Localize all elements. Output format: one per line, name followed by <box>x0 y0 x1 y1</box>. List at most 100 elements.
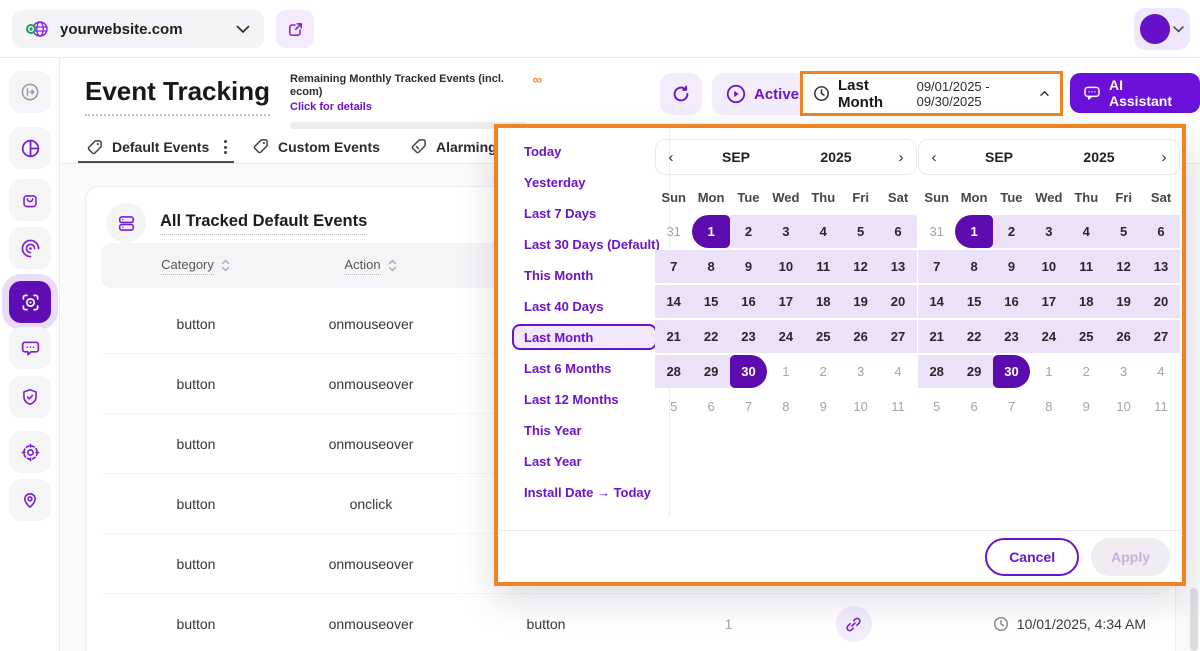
day-cell[interactable]: 7 <box>730 390 767 423</box>
day-cell[interactable]: 19 <box>842 285 879 318</box>
day-cell[interactable]: 11 <box>879 390 916 423</box>
prev-month-icon[interactable]: ‹ <box>656 149 686 166</box>
day-cell[interactable]: 28 <box>655 355 692 388</box>
day-cell[interactable]: 1 <box>767 355 804 388</box>
day-cell[interactable]: 26 <box>842 320 879 353</box>
day-cell[interactable]: 21 <box>918 320 955 353</box>
cancel-button[interactable]: Cancel <box>985 538 1079 576</box>
day-cell[interactable]: 9 <box>805 390 842 423</box>
calendar-year[interactable]: 2025 <box>786 149 886 165</box>
day-cell[interactable]: 7 <box>655 250 692 283</box>
day-cell[interactable]: 23 <box>730 320 767 353</box>
ai-assistant-button[interactable]: AI Assistant <box>1070 73 1200 113</box>
day-cell[interactable]: 14 <box>918 285 955 318</box>
day-cell[interactable]: 7 <box>993 390 1030 423</box>
day-cell[interactable]: 11 <box>805 250 842 283</box>
day-cell[interactable]: 4 <box>1142 355 1179 388</box>
sidebar-item-collapse[interactable] <box>9 71 51 113</box>
preset-today[interactable]: Today <box>512 138 657 164</box>
day-cell[interactable]: 2 <box>1068 355 1105 388</box>
sidebar-item-performance[interactable] <box>9 227 51 269</box>
scrollbar-thumb[interactable] <box>1190 588 1198 651</box>
day-cell[interactable]: 15 <box>692 285 729 318</box>
preset-install-date-today[interactable]: Install Date → Today <box>512 479 657 505</box>
day-cell[interactable]: 10 <box>1105 390 1142 423</box>
date-range-button[interactable]: Last Month 09/01/2025 - 09/30/2025 <box>800 71 1063 116</box>
day-cell[interactable]: 30 <box>993 355 1030 388</box>
open-site-button[interactable] <box>276 10 314 48</box>
sidebar-item-orders[interactable] <box>9 179 51 221</box>
day-cell[interactable]: 29 <box>692 355 729 388</box>
day-cell[interactable]: 20 <box>879 285 916 318</box>
sidebar-item-security[interactable] <box>9 376 51 418</box>
day-cell[interactable]: 4 <box>1068 215 1105 248</box>
day-cell[interactable]: 2 <box>805 355 842 388</box>
tab-custom-events[interactable]: Custom Events <box>252 138 380 155</box>
day-cell[interactable]: 8 <box>1030 390 1067 423</box>
sidebar-item-event-tracking[interactable] <box>9 281 51 323</box>
day-cell[interactable]: 5 <box>1105 215 1142 248</box>
day-cell[interactable]: 10 <box>1030 250 1067 283</box>
column-header-action[interactable]: Action <box>291 257 451 275</box>
day-cell[interactable]: 1 <box>955 215 992 248</box>
day-cell[interactable]: 27 <box>879 320 916 353</box>
day-cell[interactable]: 13 <box>879 250 916 283</box>
apply-button[interactable]: Apply <box>1091 538 1170 576</box>
day-cell[interactable]: 3 <box>1030 215 1067 248</box>
day-cell[interactable]: 12 <box>1105 250 1142 283</box>
day-cell[interactable]: 4 <box>805 215 842 248</box>
day-cell[interactable]: 11 <box>1068 250 1105 283</box>
preset-last-12-months[interactable]: Last 12 Months <box>512 386 657 412</box>
next-month-icon[interactable]: › <box>1149 149 1179 166</box>
day-cell[interactable]: 31 <box>918 215 955 248</box>
next-month-icon[interactable]: › <box>886 149 916 166</box>
link-button[interactable] <box>836 606 872 642</box>
day-cell[interactable]: 10 <box>842 390 879 423</box>
calendar-month[interactable]: SEP <box>686 149 786 165</box>
day-cell[interactable]: 22 <box>955 320 992 353</box>
day-cell[interactable]: 28 <box>918 355 955 388</box>
tab-default-events[interactable]: Default Events <box>86 138 233 156</box>
day-cell[interactable]: 22 <box>692 320 729 353</box>
sidebar-item-location[interactable] <box>9 479 51 521</box>
day-cell[interactable]: 8 <box>692 250 729 283</box>
day-cell[interactable]: 8 <box>767 390 804 423</box>
refresh-button[interactable] <box>660 73 702 115</box>
day-cell[interactable]: 9 <box>1068 390 1105 423</box>
preset-last-6-months[interactable]: Last 6 Months <box>512 355 657 381</box>
day-cell[interactable]: 6 <box>955 390 992 423</box>
day-cell[interactable]: 4 <box>879 355 916 388</box>
day-cell[interactable]: 8 <box>955 250 992 283</box>
day-cell[interactable]: 1 <box>1030 355 1067 388</box>
day-cell[interactable]: 20 <box>1142 285 1179 318</box>
day-cell[interactable]: 5 <box>918 390 955 423</box>
preset-this-year[interactable]: This Year <box>512 417 657 443</box>
day-cell[interactable]: 26 <box>1105 320 1142 353</box>
kebab-menu-icon[interactable] <box>218 138 233 156</box>
day-cell[interactable]: 29 <box>955 355 992 388</box>
calendar-year[interactable]: 2025 <box>1049 149 1149 165</box>
day-cell[interactable]: 10 <box>767 250 804 283</box>
day-cell[interactable]: 2 <box>993 215 1030 248</box>
day-cell[interactable]: 23 <box>993 320 1030 353</box>
click-for-details-link[interactable]: Click for details <box>290 101 542 113</box>
day-cell[interactable]: 3 <box>767 215 804 248</box>
day-cell[interactable]: 6 <box>879 215 916 248</box>
preset-last-40-days[interactable]: Last 40 Days <box>512 293 657 319</box>
day-cell[interactable]: 11 <box>1142 390 1179 423</box>
day-cell[interactable]: 14 <box>655 285 692 318</box>
day-cell[interactable]: 17 <box>1030 285 1067 318</box>
day-cell[interactable]: 9 <box>993 250 1030 283</box>
preset-last-month[interactable]: Last Month <box>512 324 657 350</box>
day-cell[interactable]: 5 <box>655 390 692 423</box>
day-cell[interactable]: 18 <box>1068 285 1105 318</box>
day-cell[interactable]: 16 <box>730 285 767 318</box>
day-cell[interactable]: 6 <box>692 390 729 423</box>
active-status-button[interactable]: Active <box>712 73 813 115</box>
preset-last-7-days[interactable]: Last 7 Days <box>512 200 657 226</box>
day-cell[interactable]: 24 <box>1030 320 1067 353</box>
day-cell[interactable]: 24 <box>767 320 804 353</box>
column-header-category[interactable]: Category <box>101 257 291 275</box>
day-cell[interactable]: 3 <box>842 355 879 388</box>
day-cell[interactable]: 25 <box>805 320 842 353</box>
